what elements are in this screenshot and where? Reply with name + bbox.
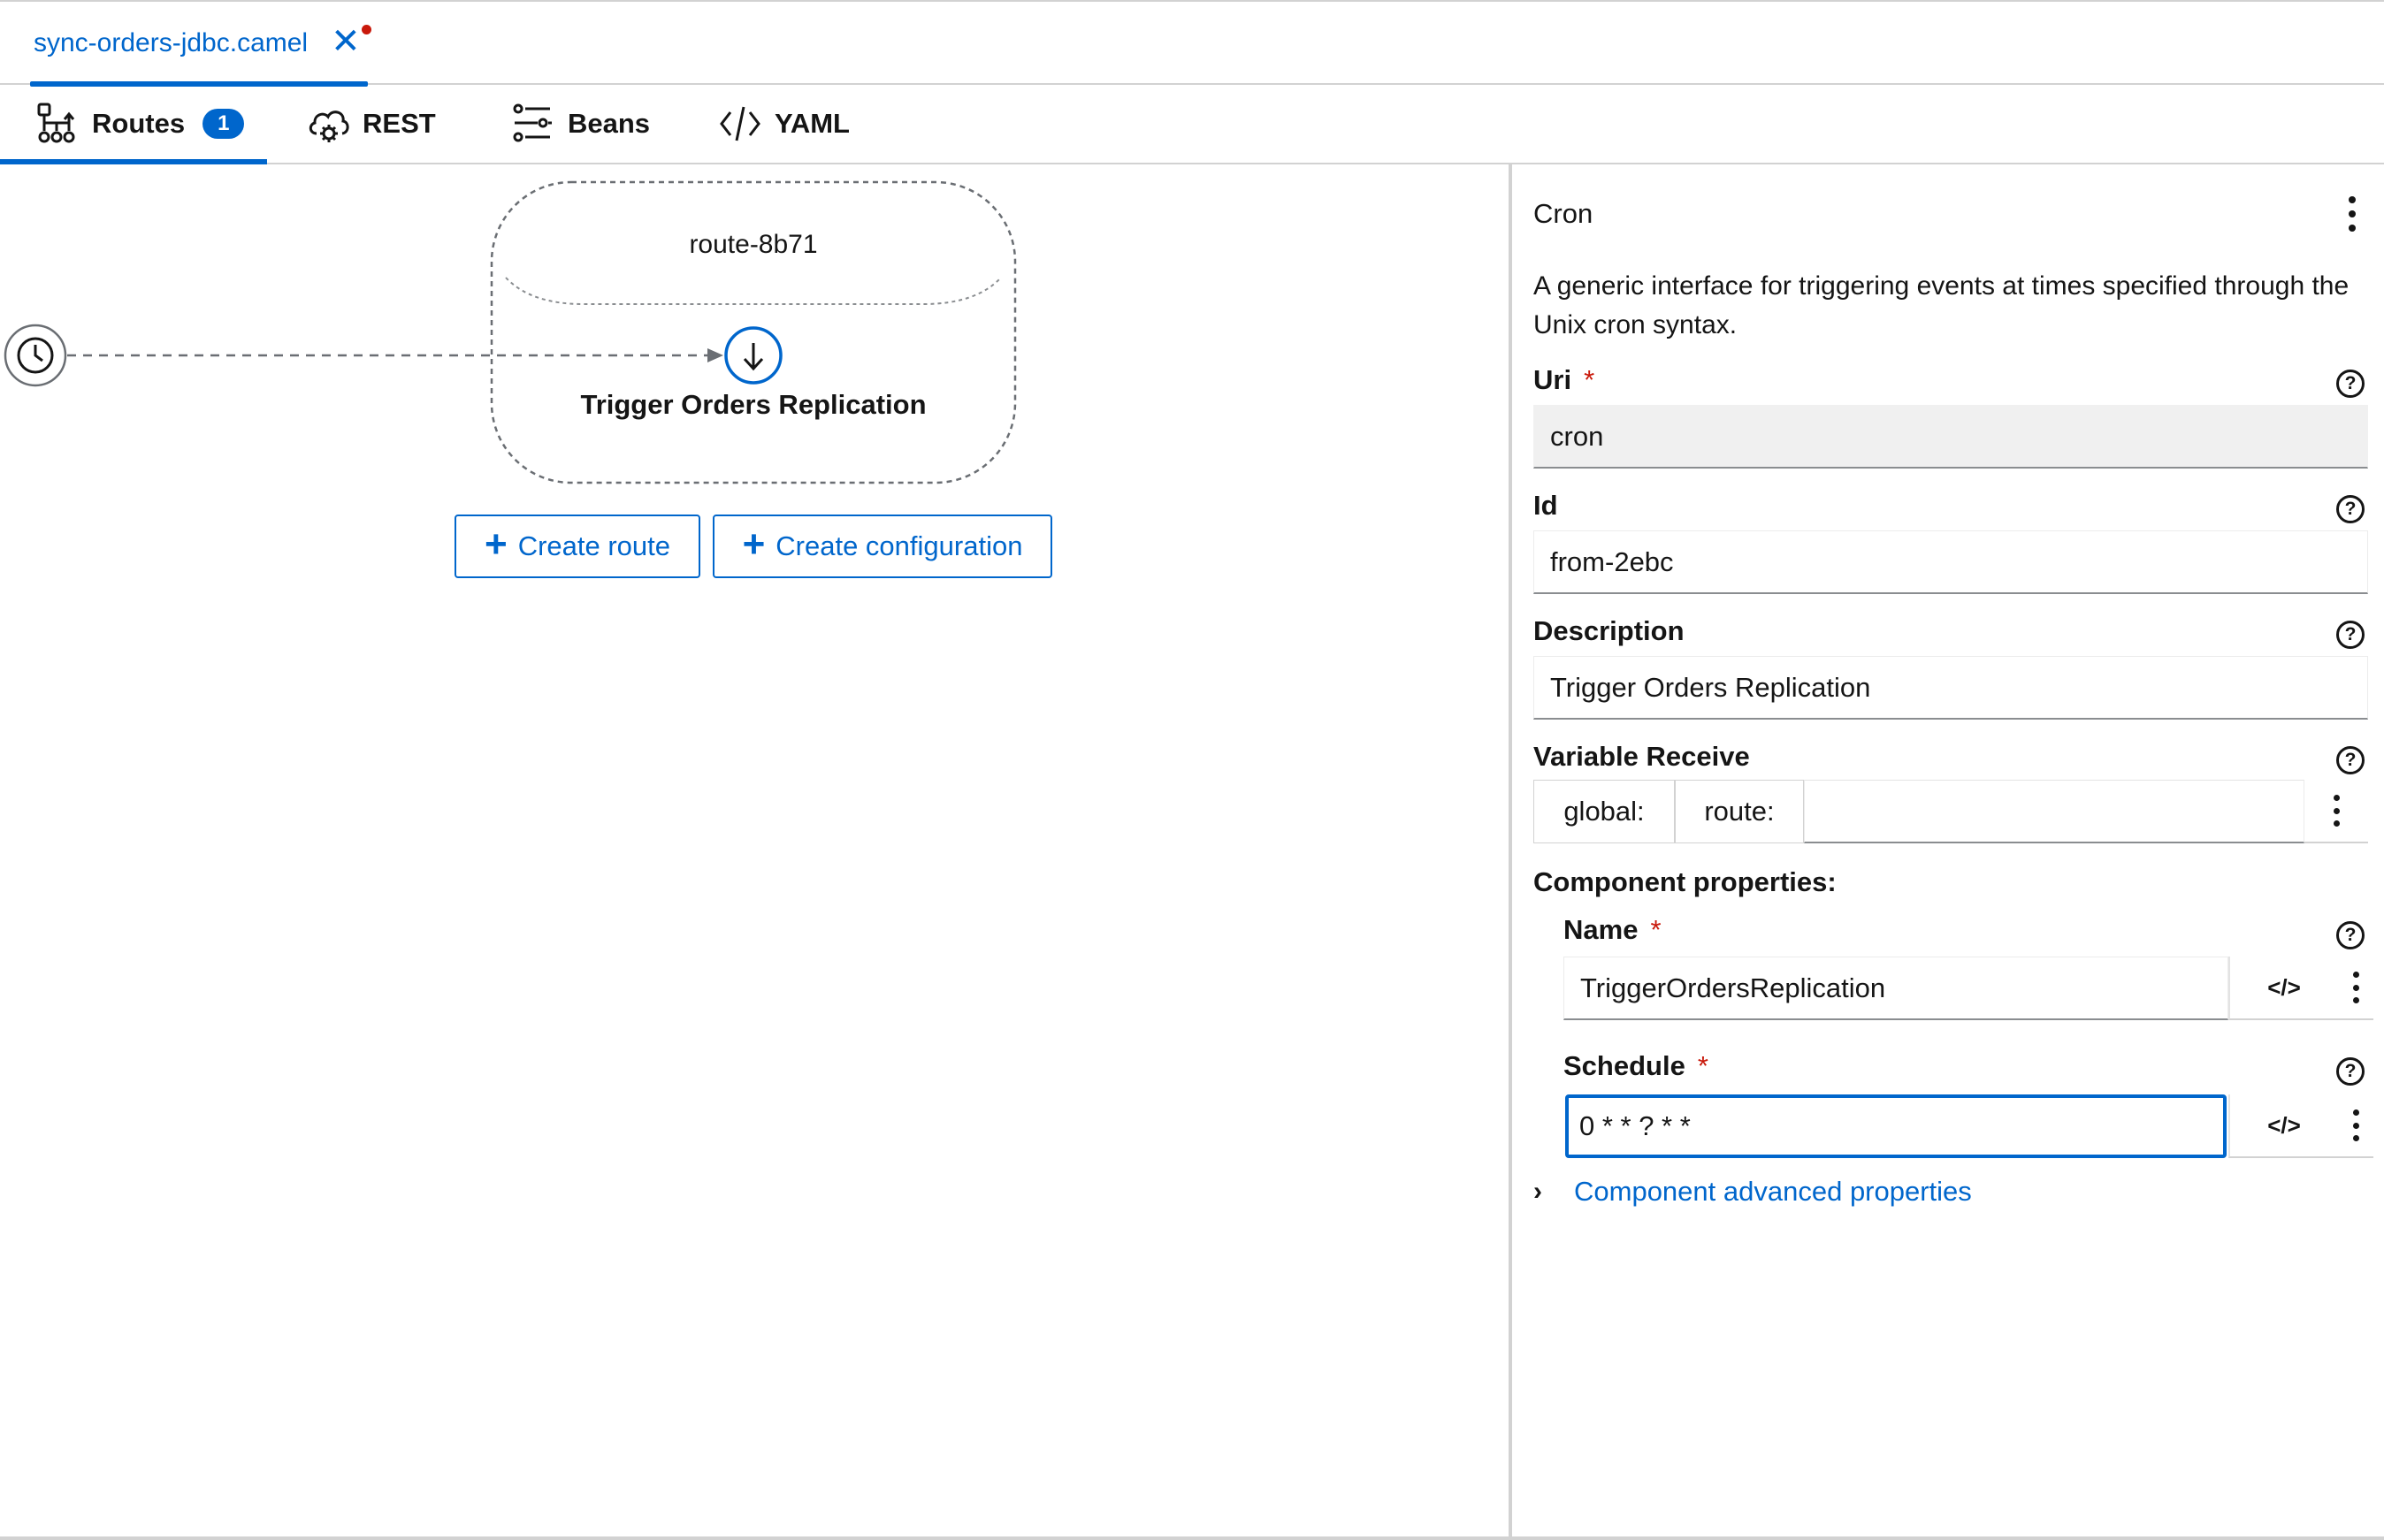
variable-receive-global-toggle[interactable]: global:	[1533, 780, 1675, 843]
id-help-icon[interactable]: ?	[2336, 495, 2365, 523]
chevron-right-icon: ›	[1533, 1177, 1542, 1206]
name-help-icon[interactable]: ?	[2336, 921, 2365, 949]
tab-beans-label: Beans	[568, 108, 651, 139]
tab-yaml[interactable]: YAML	[718, 85, 850, 163]
tab-beans[interactable]: Beans	[511, 85, 650, 163]
variable-receive-options-button[interactable]	[2304, 780, 2368, 843]
schedule-label: Schedule *	[1563, 1050, 1708, 1082]
rest-cloud-icon	[309, 111, 349, 142]
properties-panel: Cron A generic interface for triggering …	[1512, 164, 2384, 1536]
variable-receive-input[interactable]	[1804, 780, 2304, 843]
create-route-label: Create route	[517, 530, 671, 561]
unsaved-indicator	[361, 25, 371, 34]
uri-label-text: Uri	[1533, 364, 1572, 395]
create-configuration-button[interactable]: + Create configuration	[713, 515, 1052, 578]
name-options-button[interactable]	[2338, 957, 2373, 1020]
uri-label: Uri *	[1533, 364, 1594, 396]
plus-icon: +	[742, 522, 766, 566]
panel-menu-kebab-icon[interactable]	[2347, 196, 2357, 232]
route-name[interactable]: route-8b71	[492, 230, 1015, 260]
variable-receive-label: Variable Receive	[1533, 741, 1750, 772]
close-icon[interactable]: ✕	[331, 24, 361, 59]
uri-help-icon[interactable]: ?	[2336, 370, 2365, 398]
description-field[interactable]: Trigger Orders Replication	[1533, 656, 2368, 720]
tab-routes-label: Routes	[92, 108, 186, 139]
schedule-help-icon[interactable]: ?	[2336, 1057, 2365, 1086]
routes-count-badge: 1	[202, 109, 245, 139]
component-advanced-properties-label: Component advanced properties	[1574, 1176, 1972, 1207]
name-label: Name *	[1563, 914, 1662, 946]
description-help-icon[interactable]: ?	[2336, 621, 2365, 649]
uri-field: cron	[1533, 405, 2368, 469]
schedule-field[interactable]: 0 * * ? * *	[1565, 1094, 2227, 1158]
file-tab-bar: sync-orders-jdbc.camel ✕	[0, 0, 2384, 87]
panel-title: Cron	[1533, 198, 1593, 229]
variable-receive-help-icon[interactable]: ?	[2336, 746, 2365, 774]
tab-routes[interactable]: Routes 1	[0, 85, 267, 164]
name-field[interactable]: TriggerOrdersReplication	[1563, 957, 2228, 1020]
schedule-label-text: Schedule	[1563, 1050, 1685, 1081]
tab-rest-label: REST	[363, 108, 436, 139]
kebab-icon	[2350, 972, 2361, 1003]
description-label: Description	[1533, 615, 1685, 646]
beans-icon	[513, 103, 552, 142]
schedule-expression-toggle-code-icon[interactable]: </>	[2228, 1094, 2338, 1158]
variable-receive-route-toggle[interactable]: route:	[1675, 780, 1804, 843]
required-mark: *	[1584, 364, 1595, 395]
tab-yaml-label: YAML	[775, 108, 850, 139]
create-route-button[interactable]: + Create route	[455, 515, 700, 578]
panel-description: A generic interface for triggering event…	[1533, 271, 2350, 339]
required-mark: *	[1697, 1050, 1708, 1081]
id-field[interactable]: from-2ebc	[1533, 530, 2368, 594]
kebab-icon	[2331, 795, 2342, 827]
step-node-icon	[724, 326, 783, 385]
step-label[interactable]: Trigger Orders Replication	[492, 389, 1015, 421]
component-advanced-properties-toggle[interactable]: › Component advanced properties	[1533, 1176, 1972, 1208]
plus-icon: +	[484, 522, 508, 566]
code-icon	[720, 106, 760, 141]
tab-rest[interactable]: REST	[306, 85, 436, 163]
create-configuration-label: Create configuration	[776, 530, 1023, 561]
file-tab-name[interactable]: sync-orders-jdbc.camel	[34, 28, 308, 58]
timer-node-icon	[4, 324, 67, 387]
route-canvas[interactable]: route-8b71 Trigger Orders Replication + …	[0, 164, 1509, 1540]
id-label: Id	[1533, 490, 1558, 521]
file-tab[interactable]: sync-orders-jdbc.camel ✕	[27, 2, 371, 87]
required-mark: *	[1650, 914, 1662, 945]
name-label-text: Name	[1563, 914, 1639, 945]
routes-icon	[37, 103, 75, 143]
schedule-options-button[interactable]	[2338, 1094, 2373, 1158]
view-tabs: Routes 1 REST Beans YAML	[0, 85, 2384, 164]
component-properties-label: Component properties:	[1533, 866, 1837, 897]
bottom-border	[0, 1536, 2384, 1540]
kebab-icon	[2350, 1109, 2361, 1141]
name-expression-toggle-code-icon[interactable]: </>	[2228, 957, 2338, 1020]
